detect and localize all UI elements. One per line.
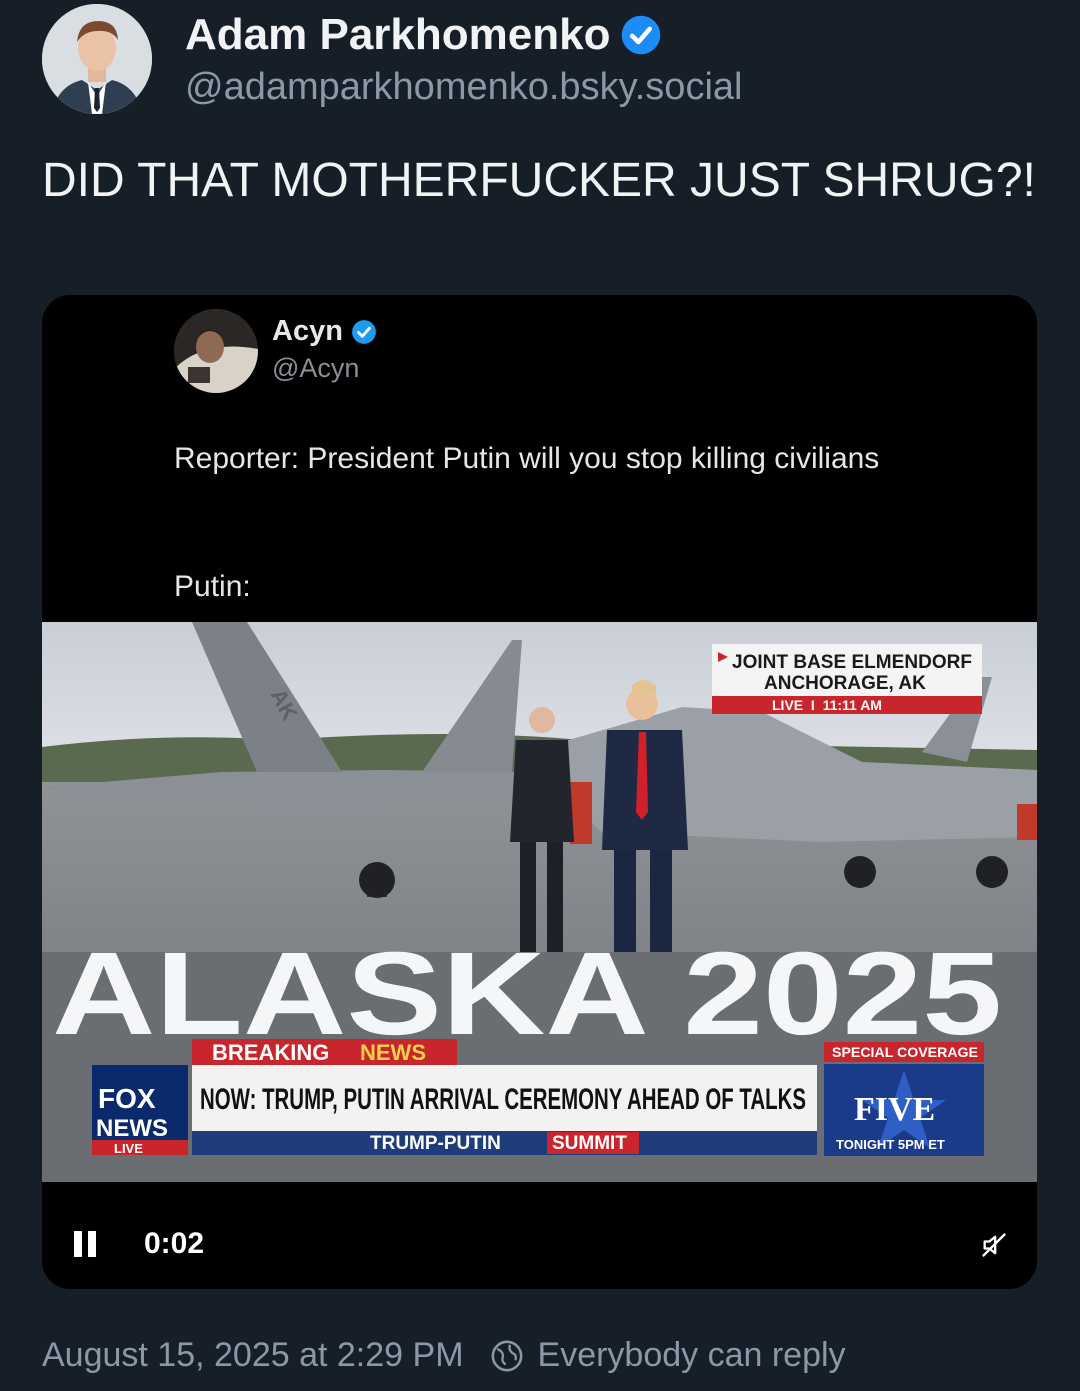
post-date[interactable]: August 15, 2025 at 2:29 PM	[42, 1336, 464, 1375]
quoted-author-avatar[interactable]	[174, 309, 258, 393]
summit-right: SUMMIT	[552, 1133, 627, 1154]
mute-icon[interactable]	[980, 1231, 1008, 1259]
pause-icon[interactable]	[74, 1231, 98, 1257]
summit-left: TRUMP-PUTIN	[370, 1133, 501, 1154]
location-banner: JOINT BASE ELMENDORF ANCHORAGE, AK LIVE …	[712, 644, 982, 714]
reply-setting-label[interactable]: Everybody can reply	[538, 1336, 846, 1375]
network-line-2: NEWS	[96, 1115, 168, 1142]
breaking-label: BREAKING	[212, 1040, 329, 1065]
author-name[interactable]: Adam Parkhomenko	[185, 10, 662, 60]
location-line-1: JOINT BASE ELMENDORF	[732, 652, 972, 673]
author-avatar[interactable]	[42, 4, 152, 114]
location-line-2: ANCHORAGE, AK	[764, 673, 926, 694]
show-time: TONIGHT 5PM ET	[836, 1137, 945, 1152]
fox-news-logo: FOX NEWS LIVE	[92, 1065, 188, 1156]
news-label: NEWS	[360, 1040, 426, 1065]
network-live: LIVE	[114, 1141, 143, 1156]
verified-badge-icon	[622, 15, 661, 55]
show-name: FIVE	[854, 1091, 935, 1128]
globe-icon	[491, 1340, 522, 1371]
author-handle[interactable]: @adamparkhomenko.bsky.social	[185, 66, 742, 109]
live-time-text: LIVE I 11:11 AM	[772, 697, 882, 713]
post-text: DID THAT MOTHERFUCKER JUST SHRUG?!	[42, 154, 1036, 207]
video-controls: 0:02	[42, 1195, 1037, 1289]
author-name-text[interactable]: Adam Parkhomenko	[185, 10, 610, 60]
quoted-post-text: Reporter: President Putin will you stop …	[174, 442, 880, 475]
post-footer: August 15, 2025 at 2:29 PM Everybody can…	[42, 1336, 846, 1375]
quoted-author-name[interactable]: Acyn	[272, 315, 377, 348]
quoted-author-handle[interactable]: @Acyn	[272, 353, 359, 384]
special-coverage-box: SPECIAL COVERAGE FIVE TONIGHT 5PM ET	[824, 1042, 984, 1156]
quoted-verified-badge-icon	[352, 319, 376, 344]
quoted-post-embed[interactable]: Acyn @Acyn Reporter: President Putin wil…	[42, 295, 1037, 1289]
reply-setting[interactable]: Everybody can reply	[490, 1336, 846, 1375]
network-line-1: FOX	[98, 1083, 156, 1114]
video-timestamp: 0:02	[144, 1227, 205, 1260]
quoted-author-name-text[interactable]: Acyn	[272, 315, 343, 348]
video-player[interactable]: AK ALASKA 2025 JOINT BASE ELMENDORF ANCH…	[42, 622, 1037, 1182]
headline-text: NOW: TRUMP, PUTIN ARRIVAL CEREMONY AHEAD…	[200, 1083, 806, 1116]
quoted-post-text-putin: Putin:	[174, 570, 251, 603]
special-coverage-label: SPECIAL COVERAGE	[832, 1044, 978, 1060]
